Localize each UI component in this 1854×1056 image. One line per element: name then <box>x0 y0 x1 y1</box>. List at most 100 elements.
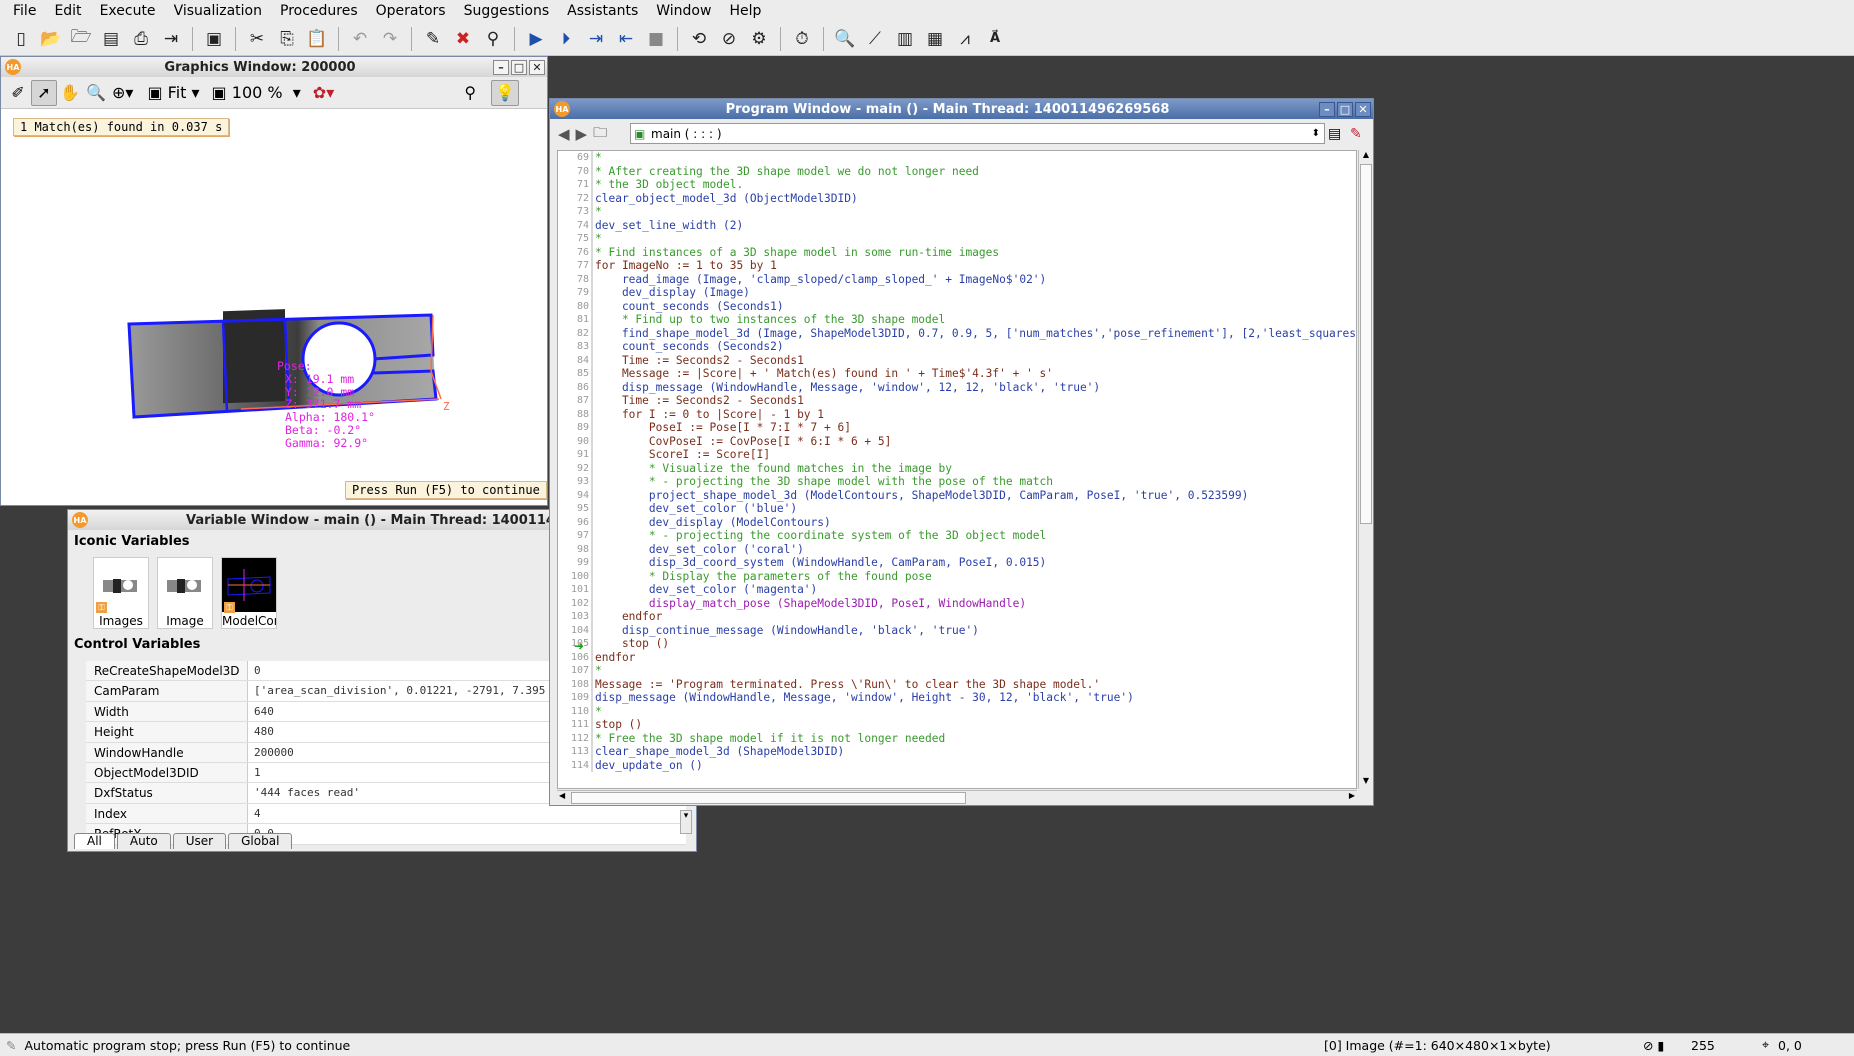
line-number[interactable]: 89 <box>558 421 591 435</box>
graphics-canvas[interactable]: 1 Match(es) found in 0.037 s Z Pose: X: … <box>1 109 547 505</box>
line-number[interactable]: 87 <box>558 394 591 408</box>
cut-icon[interactable]: ✂ <box>242 25 272 53</box>
code-line[interactable]: 87 Time := Seconds2 - Seconds1 <box>558 394 1356 408</box>
line-number[interactable]: 99 <box>558 556 591 570</box>
stop-icon[interactable]: ■ <box>641 25 671 53</box>
line-profile-icon[interactable]: ⟋ <box>860 25 890 53</box>
print-icon[interactable]: ⎙ <box>126 25 156 53</box>
line-number[interactable]: 111 <box>558 718 591 732</box>
line-number[interactable]: 114 <box>558 759 591 773</box>
code-line[interactable]: 97 * - projecting the coordinate system … <box>558 529 1356 543</box>
vertical-scrollbar[interactable]: ▲ ▼ <box>1358 150 1373 789</box>
insert-icon[interactable]: ✎ <box>418 25 448 53</box>
code-line[interactable]: 99 disp_3d_coord_system (WindowHandle, C… <box>558 556 1356 570</box>
magnifier-icon[interactable]: 🔍 <box>83 80 109 106</box>
code-line[interactable]: 107 * <box>558 664 1356 678</box>
line-number[interactable]: 98 <box>558 543 591 557</box>
step-over-icon[interactable]: ⏵ <box>551 25 581 53</box>
move-hand-icon[interactable]: ✋ <box>57 80 83 106</box>
code-line[interactable]: 84 Time := Seconds2 - Seconds1 <box>558 353 1356 368</box>
code-line[interactable]: 86 disp_message (WindowHandle, Message, … <box>558 380 1356 395</box>
line-number[interactable]: 94 <box>558 489 591 503</box>
code-line[interactable]: 73 * <box>558 205 1356 219</box>
step-into-icon[interactable]: ⇥ <box>581 25 611 53</box>
program-editor[interactable]: 69 * 70 * After creating the 3D shape model… <box>557 150 1357 789</box>
line-number[interactable]: 113 <box>558 745 591 759</box>
line-number[interactable]: 83 <box>558 340 591 354</box>
line-number[interactable]: 84 <box>558 354 591 368</box>
code-line[interactable]: 80 count_seconds (Seconds1) <box>558 299 1356 313</box>
line-number[interactable]: 72 <box>558 192 591 206</box>
procedure-list-icon[interactable]: ▤ <box>1328 126 1341 142</box>
open-example-icon[interactable]: 🗁 <box>66 25 96 53</box>
line-number[interactable]: 74 <box>558 219 591 233</box>
code-line[interactable]: 76 * Find instances of a 3D shape model i… <box>558 245 1356 259</box>
minimize-button[interactable]: – <box>1319 101 1335 117</box>
code-line[interactable]: 75 * <box>558 232 1356 246</box>
code-line[interactable]: 101 dev_set_color ('magenta') <box>558 583 1356 597</box>
line-number[interactable]: 110 <box>558 705 591 719</box>
fit-button[interactable]: ▣ Fit ▾ <box>144 80 202 106</box>
line-number[interactable]: 88 <box>558 408 591 422</box>
code-line[interactable]: 72 clear_object_model_3d (ObjectModel3DID… <box>558 191 1356 206</box>
code-line[interactable]: 71 * the 3D object model. <box>558 178 1356 192</box>
code-line[interactable]: 94 project_shape_model_3d (ModelContours… <box>558 488 1356 503</box>
close-button[interactable]: ✕ <box>1355 101 1371 117</box>
horizontal-scrollbar[interactable]: ◀ ▶ <box>557 790 1357 805</box>
menu-item-edit[interactable]: Edit <box>45 0 90 22</box>
menu-item-execute[interactable]: Execute <box>91 0 165 22</box>
code-line[interactable]: 114 dev_update_on () <box>558 758 1356 773</box>
code-line[interactable]: 81 * Find up to two instances of the 3D … <box>558 313 1356 327</box>
line-number[interactable]: 90 <box>558 435 591 449</box>
code-line[interactable]: 111 stop () <box>558 718 1356 732</box>
line-number[interactable]: 69 <box>558 151 591 165</box>
line-number[interactable]: 82 <box>558 327 591 341</box>
code-line[interactable]: 112 * Free the 3D shape model if it is no… <box>558 731 1356 745</box>
variables-scrollbar[interactable]: ▾ <box>680 810 692 834</box>
export-icon[interactable]: ⇥ <box>156 25 186 53</box>
iconic-variable-tile[interactable]: Images ⚿ <box>93 557 149 629</box>
code-line[interactable]: 79 dev_display (Image) <box>558 286 1356 300</box>
redo-icon[interactable]: ↷ <box>375 25 405 53</box>
code-line[interactable]: 89 PoseI := Pose[I * 7:I * 7 + 6] <box>558 421 1356 435</box>
line-number[interactable]: 91 <box>558 448 591 462</box>
reset-icon[interactable]: ⟲ <box>684 25 714 53</box>
maximize-button[interactable]: □ <box>511 59 527 75</box>
ocr-icon[interactable]: A⃗ <box>980 25 1010 53</box>
tab-user[interactable]: User <box>172 833 227 849</box>
scroll-down-icon[interactable]: ▼ <box>1359 776 1373 789</box>
menu-item-procedures[interactable]: Procedures <box>271 0 367 22</box>
breakpoint-icon[interactable]: ⊘ <box>714 25 744 53</box>
edit-icon[interactable]: ✐ <box>5 80 31 106</box>
code-line[interactable]: 74 dev_set_line_width (2) <box>558 218 1356 233</box>
run-icon[interactable]: ▶ <box>521 25 551 53</box>
zoom-in-icon[interactable]: ⊕▾ <box>109 80 136 106</box>
line-number[interactable]: 86 <box>558 381 591 395</box>
line-number[interactable]: 93 <box>558 475 591 489</box>
code-line[interactable]: 90 CovPoseI := CovPose[I * 6:I * 6 + 5] <box>558 434 1356 449</box>
open-file-icon[interactable]: 📂 <box>36 25 66 53</box>
histogram-icon[interactable]: ▥ <box>890 25 920 53</box>
new-file-icon[interactable]: ▯ <box>6 25 36 53</box>
maximize-button[interactable]: □ <box>1337 101 1353 117</box>
line-number[interactable]: 103 <box>558 610 591 624</box>
code-line[interactable]: 96 dev_display (ModelContours) <box>558 515 1356 529</box>
code-line[interactable]: 85 Message := |Score| + ' Match(es) foun… <box>558 367 1356 381</box>
tab-all[interactable]: All <box>74 833 115 849</box>
code-line[interactable]: 83 count_seconds (Seconds2) <box>558 340 1356 354</box>
code-line[interactable]: 98 dev_set_color ('coral') <box>558 542 1356 557</box>
code-line[interactable]: 70 * After creating the 3D shape model we… <box>558 164 1356 178</box>
step-out-icon[interactable]: ⇤ <box>611 25 641 53</box>
menu-item-suggestions[interactable]: Suggestions <box>455 0 559 22</box>
scroll-up-icon[interactable]: ▲ <box>1359 150 1373 163</box>
save-icon[interactable]: ▤ <box>96 25 126 53</box>
line-number[interactable]: 73 <box>558 205 591 219</box>
line-number[interactable]: 108 <box>558 678 591 692</box>
graphics-window-titlebar[interactable]: HA Graphics Window: 200000 – □ ✕ <box>1 57 547 77</box>
code-line[interactable]: 102 display_match_pose (ShapeModel3DID, … <box>558 596 1356 610</box>
table-row[interactable]: Index 4 <box>86 803 686 825</box>
iconic-variable-tile[interactable]: ModelContours ⚿ <box>221 557 277 629</box>
color-icon[interactable]: ✿▾ <box>310 80 337 106</box>
code-line[interactable]: 100 * Display the parameters of the foun… <box>558 569 1356 583</box>
line-number[interactable]: 81 <box>558 313 591 327</box>
